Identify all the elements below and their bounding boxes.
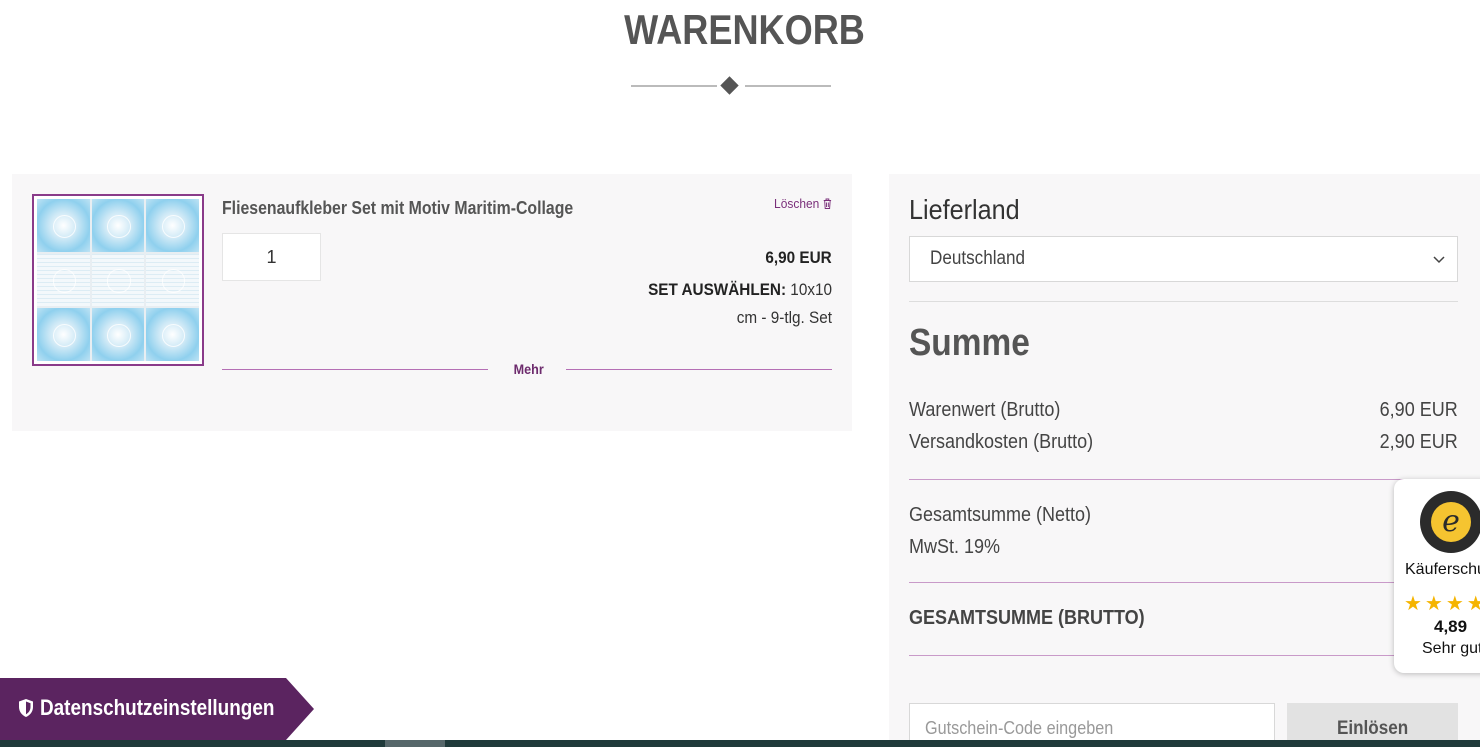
variant-info: SET AUSWÄHLEN: 10x10 cm - 9-tlg. Set: [598, 276, 832, 332]
shield-icon: [19, 699, 33, 717]
page-title: WARENKORB: [624, 6, 865, 53]
quantity-input[interactable]: 1: [222, 233, 321, 281]
summary-heading: Summe: [909, 322, 1030, 364]
more-divider: Mehr: [222, 360, 832, 380]
delete-button[interactable]: Löschen: [774, 196, 832, 211]
voucher-placeholder: Gutschein-Code eingeben: [925, 718, 1114, 738]
rating-score: 4,89: [1434, 617, 1468, 636]
badge-label: Käuferschu: [1405, 561, 1480, 578]
row-label: GESAMTSUMME (BRUTTO): [909, 607, 1145, 629]
variant-value: 10x10: [790, 280, 832, 299]
divider: [909, 479, 1458, 480]
cart-item-panel: Fliesenaufkleber Set mit Motiv Maritim-C…: [12, 174, 852, 431]
privacy-label: Datenschutzeinstellungen: [40, 695, 275, 720]
product-name[interactable]: Fliesenaufkleber Set mit Motiv Maritim-C…: [222, 198, 573, 219]
row-label: Versandkosten (Brutto): [909, 431, 1094, 453]
divider: [909, 582, 1458, 583]
row-value: 6,90 EUR: [1379, 399, 1458, 421]
privacy-settings-button[interactable]: Datenschutzeinstellungen: [0, 678, 314, 740]
variant-value-cont: cm - 9-tlg. Set: [736, 308, 832, 327]
trash-icon: [823, 198, 832, 209]
bottom-bar: [0, 740, 1480, 747]
summary-panel: Lieferland Deutschland Summe Warenwert (…: [889, 174, 1480, 747]
variant-label: SET AUSWÄHLEN:: [648, 280, 787, 299]
row-value: 2,90 EUR: [1379, 431, 1458, 453]
delete-label: Löschen: [773, 196, 820, 211]
row-label: Gesamtsumme (Netto): [909, 504, 1092, 526]
more-button[interactable]: Mehr: [514, 361, 544, 377]
product-image[interactable]: [32, 194, 204, 366]
trusted-shops-badge[interactable]: e Käuferschu ★★★★ 4,89 Sehr gut: [1394, 479, 1480, 673]
row-label: Warenwert (Brutto): [909, 399, 1061, 421]
rating-stars-icon: ★★★★: [1404, 593, 1480, 615]
item-price: 6,90 EUR: [765, 248, 832, 267]
trusted-shops-seal-icon: e: [1420, 491, 1480, 553]
row-label: MwSt. 19%: [909, 536, 1001, 558]
country-select[interactable]: Deutschland: [909, 236, 1458, 282]
country-selected-value: Deutschland: [930, 248, 1026, 269]
divider: [909, 655, 1458, 656]
chevron-down-icon: [1433, 256, 1445, 264]
country-label: Lieferland: [909, 194, 1020, 225]
title-divider: [631, 76, 831, 96]
divider: [909, 301, 1458, 302]
rating-grade: Sehr gut: [1422, 640, 1480, 657]
